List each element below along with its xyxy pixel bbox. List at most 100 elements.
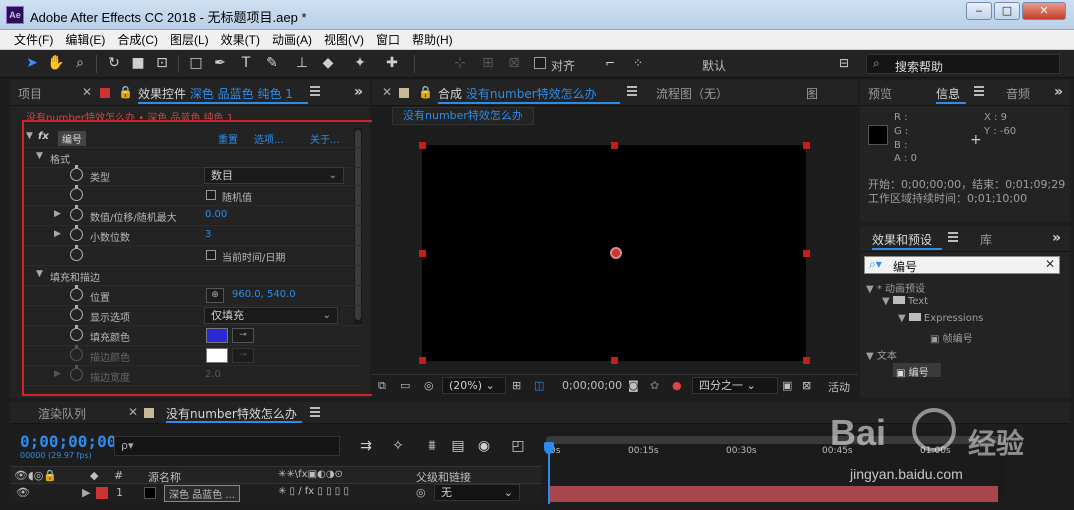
tab-effect-controls[interactable]: 效果控件 深色 品蓝色 纯色 1 (138, 85, 293, 102)
close-button[interactable]: ✕ (1022, 2, 1066, 20)
tab-flowchart[interactable]: 流程图（无） (656, 85, 728, 102)
axis-world-icon[interactable]: ⊞ (478, 53, 498, 73)
stopwatch-icon[interactable] (70, 325, 83, 341)
tab-timeline-comp[interactable]: 没有number特效怎么办 (166, 405, 297, 422)
current-time-checkbox[interactable] (206, 250, 216, 260)
pickwhip-icon[interactable]: ◎ (416, 486, 426, 499)
collapse-arrow-icon[interactable]: ▼ (36, 151, 43, 161)
snap-target-icon[interactable]: ⁘ (628, 53, 648, 73)
clear-search-icon[interactable]: ✕ (1045, 257, 1055, 271)
menu-composition[interactable]: 合成(C) (117, 31, 158, 48)
lock-icon[interactable]: 🔒 (118, 85, 133, 99)
tab-overflow-icon[interactable]: 图 (806, 85, 818, 102)
active-camera-label[interactable]: 活动 (828, 379, 850, 395)
timeline-search-input[interactable]: ρ▾ (114, 436, 340, 456)
timeline-current-time[interactable]: 0;00;00;00 (20, 432, 116, 451)
transform-handle[interactable] (419, 142, 426, 149)
effects-search-input[interactable]: ⌕▾ 编号 ✕ (864, 256, 1060, 274)
tab-project[interactable]: 项目 (18, 85, 42, 102)
about-link[interactable]: 关于... (310, 131, 340, 146)
stroke-color-swatch[interactable] (206, 348, 228, 363)
clone-stamp-tool-icon[interactable]: ⊥ (292, 53, 312, 73)
panel-overflow-icon[interactable]: » (1054, 84, 1063, 100)
display-icon[interactable]: ▭ (400, 379, 410, 392)
stopwatch-icon[interactable] (70, 165, 83, 181)
tab-composition[interactable]: 合成 没有number特效怎么办 (438, 85, 597, 102)
toggle-transparency-grid-icon[interactable]: ⊠ (802, 379, 811, 392)
menu-effect[interactable]: 效果(T) (221, 31, 260, 48)
type-tool-icon[interactable]: T (236, 53, 256, 73)
axis-local-icon[interactable]: ⊹ (450, 53, 470, 73)
tab-effects-presets[interactable]: 效果和预设 (872, 231, 932, 248)
mask-visibility-icon[interactable]: ◎ (424, 379, 434, 392)
menu-help[interactable]: 帮助(H) (412, 31, 453, 48)
comp-mini-flowchart-icon[interactable]: ⇉ (356, 436, 376, 456)
panel-menu-icon[interactable] (948, 232, 958, 242)
minimize-button[interactable]: ‒ (966, 2, 992, 20)
menu-window[interactable]: 窗口 (376, 31, 400, 48)
expand-arrow-icon[interactable]: ▶ (54, 209, 61, 219)
fill-color-swatch[interactable] (206, 328, 228, 343)
expand-arrow-icon[interactable]: ▶ (54, 369, 61, 379)
value-offset-value[interactable]: 0.00 (205, 209, 227, 220)
panel-menu-icon[interactable] (974, 86, 984, 96)
transform-handle[interactable] (803, 250, 810, 257)
tab-preview[interactable]: 预览 (868, 85, 892, 102)
table-row[interactable]: 👁 ▶ 1 深色 品蓝色 ... ✳ ▯ ∕ fx ▯ ▯ ▯ ▯ ◎ 无 ⌄ (10, 484, 542, 502)
eyedropper-icon[interactable]: ⊸ (232, 348, 254, 363)
tree-item-frame-number[interactable]: ▣ 帧编号 (930, 330, 973, 345)
tree-item-text-category[interactable]: ▼ 文本 (866, 347, 897, 362)
prop-group-fill-stroke[interactable]: ▼ 填充和描边 (24, 266, 364, 286)
type-dropdown[interactable]: 数目 ⌄ (204, 167, 344, 184)
rectangle-tool-icon[interactable]: □ (186, 53, 206, 73)
selection-tool-icon[interactable]: ➤ (22, 53, 42, 73)
playhead[interactable] (544, 442, 554, 504)
menu-file[interactable]: 文件(F) (14, 31, 53, 48)
visibility-icon[interactable]: 👁 (16, 486, 30, 499)
tree-item-expressions-folder[interactable]: ▼ Expressions (898, 313, 983, 324)
tree-item-animation-presets[interactable]: ▼ * 动画预设 (866, 280, 925, 295)
menu-layer[interactable]: 图层(L) (170, 31, 209, 48)
axis-view-icon[interactable]: ⊠ (504, 53, 524, 73)
tab-render-queue[interactable]: 渲染队列 (38, 405, 86, 422)
motion-blur-icon[interactable]: ◉ (474, 436, 494, 456)
display-options-dropdown[interactable]: 仅填充 ⌄ (204, 307, 338, 324)
tree-item-numbers[interactable]: ▣ 编号 (896, 364, 929, 379)
menu-animation[interactable]: 动画(A) (272, 31, 312, 48)
label-color-swatch[interactable] (96, 487, 108, 499)
rotate-tool-icon[interactable]: ↻ (104, 53, 124, 73)
stopwatch-icon[interactable] (70, 245, 83, 261)
stopwatch-icon[interactable] (70, 285, 83, 301)
eraser-tool-icon[interactable]: ◆ (318, 53, 338, 73)
stopwatch-icon[interactable] (70, 205, 83, 221)
transparency-icon[interactable]: ◫ (534, 379, 544, 392)
transform-handle[interactable] (611, 142, 618, 149)
snap-checkbox[interactable] (534, 57, 546, 69)
close-tab-icon[interactable]: ✕ (82, 85, 92, 99)
show-snapshot-icon[interactable]: ✿ (650, 379, 659, 392)
camera-tool-icon[interactable]: ■ (128, 53, 148, 73)
position-target-icon[interactable]: ⊕ (206, 288, 224, 303)
pen-tool-icon[interactable]: ✒ (210, 53, 230, 73)
shy-layers-icon[interactable]: ⩩ (422, 436, 442, 456)
draft-3d-icon[interactable]: ✧ (388, 436, 408, 456)
expand-arrow-icon[interactable]: ▶ (54, 229, 61, 239)
anchor-point-icon[interactable] (610, 247, 622, 259)
stopwatch-icon[interactable] (70, 305, 83, 321)
zoom-tool-icon[interactable]: ⌕ (70, 53, 90, 73)
panel-menu-icon[interactable] (627, 86, 637, 96)
snapshot-icon[interactable]: ◙ (628, 379, 639, 392)
fx-badge[interactable]: fx (38, 131, 49, 142)
puppet-pin-tool-icon[interactable]: ✚ (382, 53, 402, 73)
pan-behind-tool-icon[interactable]: ⊡ (152, 53, 172, 73)
transform-handle[interactable] (803, 357, 810, 364)
tab-audio[interactable]: 音频 (1006, 85, 1030, 102)
transform-handle[interactable] (803, 142, 810, 149)
stopwatch-icon[interactable] (70, 185, 83, 201)
decimal-places-value[interactable]: 3 (205, 229, 211, 240)
composition-breadcrumb[interactable]: 没有number特效怎么办 (392, 107, 534, 125)
transform-handle[interactable] (419, 357, 426, 364)
workspace-settings-icon[interactable]: ⊟ (834, 53, 854, 73)
help-search-input[interactable]: ⌕ 搜索帮助 (866, 54, 1060, 74)
stroke-width-value[interactable]: 2.0 (205, 369, 221, 380)
